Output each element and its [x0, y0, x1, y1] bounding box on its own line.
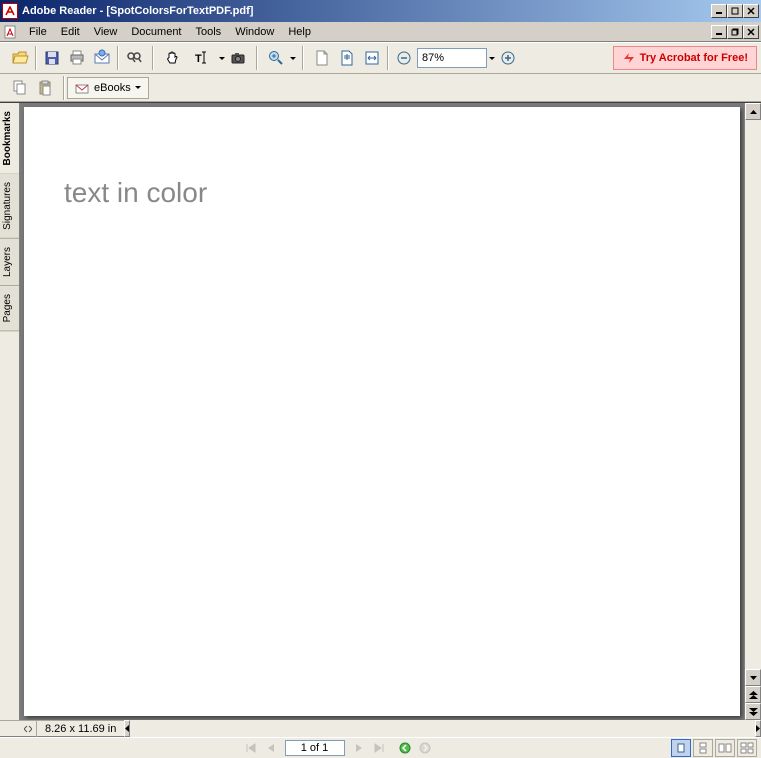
menu-help[interactable]: Help — [281, 24, 318, 40]
doc-close-button[interactable] — [743, 25, 759, 39]
hscroll-track[interactable] — [130, 720, 755, 737]
panel-resize-handle[interactable] — [20, 720, 37, 737]
menu-edit[interactable]: Edit — [54, 24, 87, 40]
menu-document[interactable]: Document — [124, 24, 188, 40]
main-toolbar: T Try Acrobat for Free! — [0, 42, 761, 74]
doc-restore-button[interactable] — [727, 25, 743, 39]
menu-tools[interactable]: Tools — [189, 24, 229, 40]
zoom-out-button[interactable] — [392, 46, 416, 70]
navigation-bar — [0, 737, 761, 758]
main-area: Bookmarks Signatures Layers Pages text i… — [0, 102, 761, 720]
vertical-scrollbar[interactable] — [744, 103, 761, 720]
scroll-track[interactable] — [745, 120, 761, 669]
minimize-button[interactable] — [711, 4, 727, 18]
last-page-button[interactable] — [369, 739, 389, 757]
menu-view[interactable]: View — [87, 24, 125, 40]
first-page-button[interactable] — [241, 739, 261, 757]
text-select-button[interactable]: T — [185, 46, 217, 70]
scroll-down-button[interactable] — [745, 669, 761, 686]
facing-view-button[interactable] — [715, 739, 735, 757]
prev-view-button[interactable] — [395, 739, 415, 757]
fit-page-button[interactable] — [335, 46, 359, 70]
doc-name: [SpotColorsForTextPDF.pdf] — [106, 5, 253, 17]
menu-bar: File Edit View Document Tools Window Hel… — [0, 22, 761, 42]
title-bar: Adobe Reader - [SpotColorsForTextPDF.pdf… — [0, 0, 761, 22]
fit-width-button[interactable] — [360, 46, 384, 70]
hand-tool-button[interactable] — [160, 46, 184, 70]
tab-layers[interactable]: Layers — [0, 239, 19, 286]
ebooks-dropdown[interactable] — [135, 76, 142, 100]
scroll-right-button[interactable] — [755, 720, 761, 737]
zoom-dropdown[interactable] — [289, 46, 296, 70]
paste-button[interactable] — [33, 76, 57, 100]
print-button[interactable] — [65, 46, 89, 70]
ebooks-button[interactable]: eBooks — [67, 77, 149, 99]
zoom-input[interactable] — [422, 52, 482, 64]
tab-bookmarks[interactable]: Bookmarks — [0, 103, 19, 174]
continuous-view-button[interactable] — [693, 739, 713, 757]
app-icon — [2, 3, 18, 19]
page-text: text in color — [64, 177, 700, 209]
new-page-button[interactable] — [310, 46, 334, 70]
menu-window[interactable]: Window — [228, 24, 281, 40]
horizontal-scrollbar[interactable] — [124, 720, 761, 737]
document-viewport[interactable]: text in color — [20, 103, 744, 720]
maximize-button[interactable] — [727, 4, 743, 18]
page-up-button[interactable] — [745, 686, 761, 703]
promo-label: Try Acrobat for Free! — [640, 52, 748, 64]
document-area: text in color — [20, 103, 761, 720]
close-button[interactable] — [743, 4, 759, 18]
side-tabs: Bookmarks Signatures Layers Pages — [0, 103, 20, 720]
snapshot-button[interactable] — [226, 46, 250, 70]
continuous-facing-view-button[interactable] — [737, 739, 757, 757]
email-button[interactable] — [90, 46, 114, 70]
zoom-combo[interactable] — [417, 48, 487, 68]
select-dropdown[interactable] — [218, 46, 225, 70]
save-button[interactable] — [40, 46, 64, 70]
single-page-view-button[interactable] — [671, 739, 691, 757]
tab-signatures[interactable]: Signatures — [0, 174, 19, 239]
page-dimensions: 8.26 x 11.69 in — [37, 723, 124, 735]
svg-text:T: T — [195, 53, 202, 65]
next-page-button[interactable] — [349, 739, 369, 757]
doc-minimize-button[interactable] — [711, 25, 727, 39]
promo-button[interactable]: Try Acrobat for Free! — [613, 46, 757, 70]
secondary-toolbar: eBooks — [0, 74, 761, 102]
zoom-in-circle-button[interactable] — [496, 46, 520, 70]
search-button[interactable] — [122, 46, 146, 70]
page-down-button[interactable] — [745, 703, 761, 720]
tab-pages[interactable]: Pages — [0, 286, 19, 331]
dimension-bar: 8.26 x 11.69 in — [0, 720, 761, 737]
ebooks-label: eBooks — [94, 82, 131, 94]
app-name: Adobe Reader — [22, 5, 97, 17]
open-button[interactable] — [8, 46, 32, 70]
zoom-in-button[interactable] — [264, 46, 288, 70]
menu-file[interactable]: File — [22, 24, 54, 40]
doc-icon[interactable] — [2, 24, 18, 40]
title-text: Adobe Reader - [SpotColorsForTextPDF.pdf… — [22, 5, 711, 17]
copy-button[interactable] — [8, 76, 32, 100]
zoom-combo-dropdown[interactable] — [488, 46, 495, 70]
prev-page-button[interactable] — [261, 739, 281, 757]
next-view-button[interactable] — [415, 739, 435, 757]
pdf-page: text in color — [24, 107, 740, 716]
scroll-up-button[interactable] — [745, 103, 761, 120]
